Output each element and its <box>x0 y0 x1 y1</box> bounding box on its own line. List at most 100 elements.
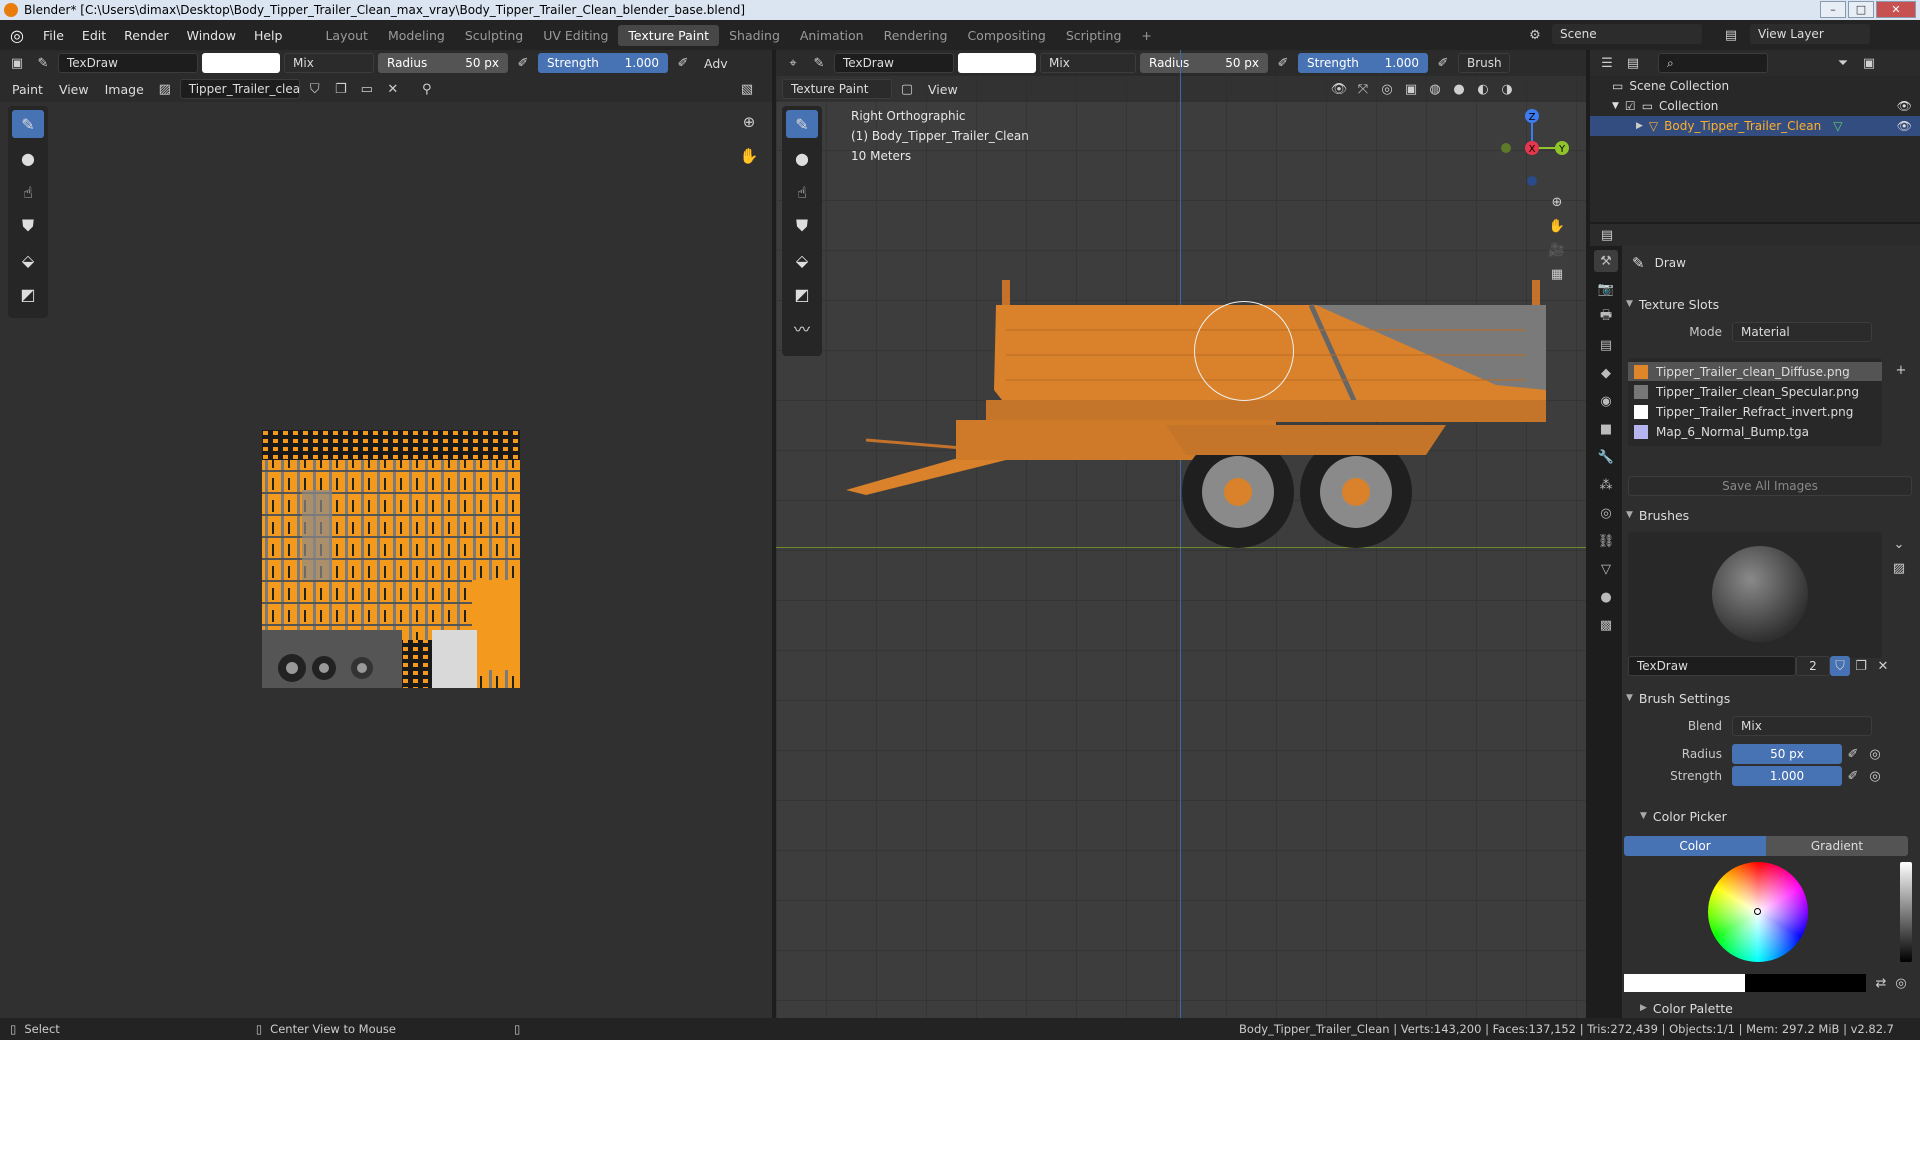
viewport-pressure-icon[interactable]: ✐ <box>1272 53 1294 73</box>
menu-render[interactable]: Render <box>115 28 178 43</box>
display-mode-icon[interactable]: ▧ <box>736 79 758 99</box>
save-all-images-button[interactable]: Save All Images <box>1628 476 1912 496</box>
brush-datablock-name[interactable]: TexDraw <box>1628 656 1796 676</box>
viewport-fill-tool-icon[interactable]: ⬙ <box>786 246 818 274</box>
new-collection-icon[interactable]: ▣ <box>1858 53 1880 73</box>
tab-modeling[interactable]: Modeling <box>378 25 455 46</box>
filter-icon[interactable]: ⏷ <box>1832 53 1854 73</box>
radius-pressure-icon[interactable]: ✐ <box>1842 744 1864 764</box>
advanced-menu[interactable]: Adv <box>698 56 734 71</box>
color-tab[interactable]: Color <box>1624 836 1766 856</box>
wireframe-shading-icon[interactable]: ◍ <box>1424 79 1446 99</box>
add-workspace-button[interactable]: + <box>1131 25 1161 46</box>
brush-duplicate-icon[interactable]: ❐ <box>1850 656 1872 676</box>
scene-icon[interactable]: ⚙ <box>1524 25 1546 45</box>
viewport-soften-tool-icon[interactable]: ● <box>786 144 818 172</box>
viewport-brush-name-field[interactable]: TexDraw <box>834 53 954 73</box>
solid-shading-icon[interactable]: ● <box>1448 79 1470 99</box>
object-expand-icon[interactable]: ▶ <box>1636 121 1643 131</box>
menu-window[interactable]: Window <box>178 28 245 43</box>
material-shading-icon[interactable]: ◐ <box>1472 79 1494 99</box>
blend-dropdown[interactable]: Mix <box>1732 716 1872 736</box>
brush-unlink-icon[interactable]: ✕ <box>1872 656 1894 676</box>
brush-fake-user-icon[interactable]: ⛉ <box>1830 656 1850 676</box>
color-palette-panel-header[interactable]: ▶ Color Palette <box>1640 996 1914 1018</box>
brush-users-count[interactable]: 2 <box>1796 656 1830 676</box>
face-mask-icon[interactable]: ▢ <box>896 79 918 99</box>
brush-settings-panel-header[interactable]: ▼ Brush Settings <box>1626 686 1914 710</box>
radius-field[interactable]: Radius 50 px <box>378 53 508 73</box>
new-image-icon[interactable]: ❐ <box>330 79 352 99</box>
strength-unit-icon[interactable]: ◎ <box>1864 766 1886 786</box>
color-picker-panel-header[interactable]: ▼ Color Picker <box>1640 804 1914 828</box>
brush-browse-icon[interactable]: ⌄ <box>1888 534 1910 554</box>
brush-color-swatch[interactable] <box>202 53 280 73</box>
brush-image-icon[interactable]: ▨ <box>1888 558 1910 578</box>
texture-mode-dropdown[interactable]: Material <box>1732 322 1872 342</box>
radius-unit-icon[interactable]: ◎ <box>1864 744 1886 764</box>
menu-help[interactable]: Help <box>245 28 292 43</box>
brush-name-field[interactable]: TexDraw <box>58 53 198 73</box>
open-image-icon[interactable]: ▭ <box>356 79 378 99</box>
brush-strength-field[interactable]: 1.000 <box>1732 766 1842 786</box>
texture-tab-icon[interactable]: ▩ <box>1594 614 1618 636</box>
properties-area[interactable]: ▤ ⚒ 📷 🖶 ▤ ◆ ◉ ■ 🔧 ⁂ ◎ ⛓ ▽ ● ▩ ✎ Draw ▼ Te… <box>1590 224 1920 1018</box>
render-tab-icon[interactable]: 📷 <box>1594 278 1618 300</box>
tab-animation[interactable]: Animation <box>790 25 874 46</box>
close-button[interactable]: ✕ <box>1876 1 1916 18</box>
view-layer-selector[interactable]: View Layer <box>1750 24 1870 44</box>
fill-tool-icon[interactable]: ⬙ <box>12 246 44 274</box>
menu-view[interactable]: View <box>53 82 95 97</box>
visibility-icon[interactable]: 👁 <box>1328 79 1350 99</box>
tab-compositing[interactable]: Compositing <box>957 25 1055 46</box>
clone-tool-icon[interactable]: ⛊ <box>12 212 44 240</box>
viewport-strength-pressure-icon[interactable]: ✐ <box>1432 53 1454 73</box>
outliner-area[interactable]: ☰ ▤ ⌕ ⏷ ▣ ▭ Scene Collection ▼ ☑ ▭ Collect… <box>1590 50 1920 222</box>
constraints-tab-icon[interactable]: ⛓ <box>1594 530 1618 552</box>
texture-slot-2[interactable]: Tipper_Trailer_Refract_invert.png <box>1628 402 1882 421</box>
strength-pressure-icon[interactable]: ✐ <box>672 53 694 73</box>
color-wheel-cursor[interactable] <box>1754 908 1761 915</box>
brush-icon[interactable]: ✎ <box>32 53 54 73</box>
fake-user-icon[interactable]: ⛉ <box>304 79 326 99</box>
strength-field[interactable]: Strength 1.000 <box>538 53 668 73</box>
xray-icon[interactable]: ▣ <box>1400 79 1422 99</box>
pan-hand-icon[interactable]: ✋ <box>738 146 760 166</box>
viewport-blend-dropdown[interactable]: Mix <box>1040 53 1136 73</box>
texture-image[interactable] <box>262 430 520 688</box>
tab-scripting[interactable]: Scripting <box>1056 25 1132 46</box>
minimize-button[interactable]: – <box>1820 1 1846 18</box>
outliner-object-row[interactable]: ▶ ▽ Body_Tipper_Trailer_Clean ▽ 👁 <box>1590 116 1920 136</box>
brush-menu-dropdown[interactable]: Brush <box>1458 53 1510 73</box>
strength-pressure-toggle-icon[interactable]: ✐ <box>1842 766 1864 786</box>
object-visibility-icon[interactable]: 👁 <box>1897 119 1912 133</box>
gradient-tab[interactable]: Gradient <box>1766 836 1908 856</box>
scene-tab-icon[interactable]: ◆ <box>1594 362 1618 384</box>
gizmo-toggle-icon[interactable]: ⤧ <box>1352 79 1374 99</box>
color-wheel[interactable] <box>1708 862 1808 962</box>
view-layer-tab-icon[interactable]: ▤ <box>1594 334 1618 356</box>
viewport-brush-icon[interactable]: ✎ <box>808 53 830 73</box>
add-texture-slot-icon[interactable]: + <box>1890 360 1912 380</box>
menu-image[interactable]: Image <box>99 82 150 97</box>
texture-slot-0[interactable]: Tipper_Trailer_clean_Diffuse.png <box>1628 362 1882 381</box>
brush-radius-field[interactable]: 50 px <box>1732 744 1842 764</box>
viewport-zoom-icon[interactable]: ⊕ <box>1546 192 1568 212</box>
overlay-toggle-icon[interactable]: ◎ <box>1376 79 1398 99</box>
soften-tool-icon[interactable]: ● <box>12 144 44 172</box>
material-tab-icon[interactable]: ● <box>1594 586 1618 608</box>
image-editor-area[interactable]: ▣ ✎ TexDraw Mix Radius 50 px ✐ Strength 1.… <box>0 50 772 1018</box>
blend-mode-dropdown[interactable]: Mix <box>284 53 374 73</box>
outliner-scene-collection[interactable]: ▭ Scene Collection <box>1590 76 1920 96</box>
smear-tool-icon[interactable]: ☝ <box>12 178 44 206</box>
draw-tool-icon[interactable]: ✎ <box>12 110 44 138</box>
3d-viewport-area[interactable]: ⌖ ✎ TexDraw Mix Radius 50 px ✐ Strength 1.… <box>776 50 1586 1018</box>
tab-sculpting[interactable]: Sculpting <box>455 25 533 46</box>
tab-rendering[interactable]: Rendering <box>874 25 958 46</box>
texture-slot-3[interactable]: Map_6_Normal_Bump.tga <box>1628 422 1882 441</box>
viewport-radius-field[interactable]: Radius 50 px <box>1140 53 1268 73</box>
collection-checkbox-icon[interactable]: ☑ <box>1625 99 1636 113</box>
texture-slots-panel-header[interactable]: ▼ Texture Slots <box>1626 292 1914 316</box>
brush-preview-icon[interactable] <box>1712 546 1808 642</box>
viewport-pan-icon[interactable]: ✋ <box>1546 216 1568 236</box>
